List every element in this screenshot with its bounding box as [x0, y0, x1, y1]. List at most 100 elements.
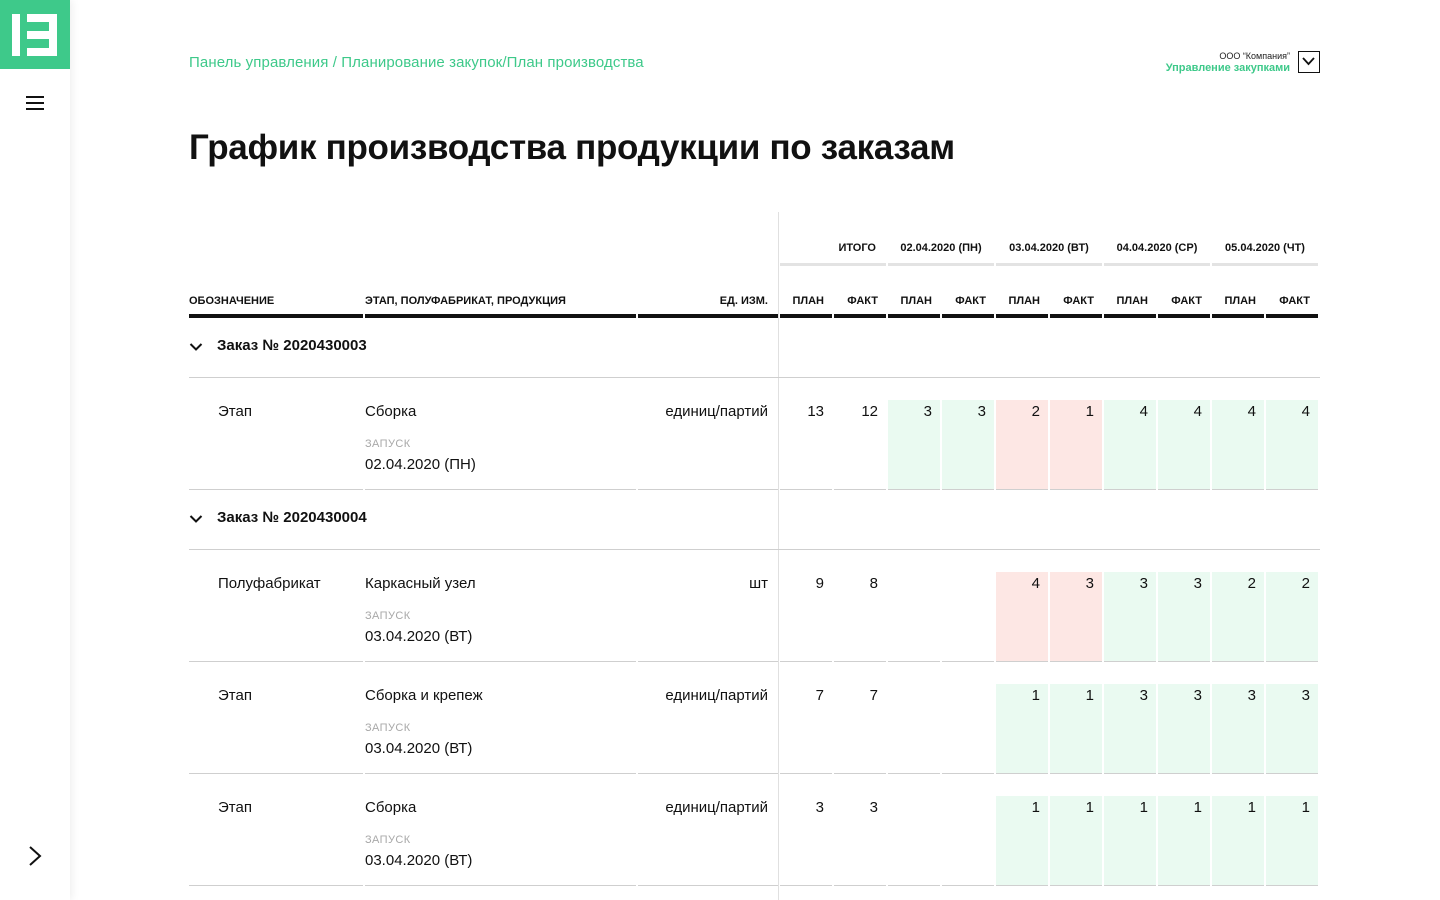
day-plan[interactable]: 3	[1104, 684, 1156, 774]
order-group-row[interactable]: Заказ № 2020430004	[189, 490, 1320, 550]
logo-mark-e-middle	[27, 31, 49, 39]
day-fact[interactable]: 3	[1050, 572, 1102, 662]
day-plan[interactable]: 4	[996, 572, 1048, 662]
column-header-plan: ПЛАН	[996, 284, 1048, 318]
order-number: Заказ № 2020430003	[217, 337, 367, 354]
chevron-right-icon[interactable]	[24, 844, 46, 868]
launch-label: ЗАПУСК	[365, 834, 411, 846]
launch-label: ЗАПУСК	[365, 722, 411, 734]
chevron-down-icon	[189, 515, 203, 523]
table-row: Этап Сборка и крепеж ЗАПУСК 03.04.2020 (ВТ)…	[189, 684, 1320, 796]
column-header-fact: ФАКТ	[942, 284, 994, 318]
day-fact[interactable]	[942, 684, 994, 774]
day-fact[interactable]: 1	[1050, 400, 1102, 490]
logo-mark	[12, 14, 20, 56]
company-dropdown-button[interactable]	[1298, 51, 1320, 73]
row-type: Полуфабрикат	[218, 575, 321, 592]
launch-date: 03.04.2020 (ВТ)	[365, 628, 473, 645]
column-header-fact: ФАКТ	[1158, 284, 1210, 318]
order-group-row[interactable]: Заказ № 2020430003	[189, 318, 1320, 378]
row-type: Этап	[218, 799, 252, 816]
column-header-unit: ЕД. ИЗМ.	[638, 284, 778, 318]
day-fact[interactable]	[942, 796, 994, 886]
row-name[interactable]: Сборка	[365, 403, 416, 420]
column-header-fact: ФАКТ	[1050, 284, 1102, 318]
day-fact[interactable]: 2	[1266, 572, 1318, 662]
column-header-plan: ПЛАН	[1104, 284, 1156, 318]
total-plan: 3	[780, 796, 832, 886]
total-fact: 3	[834, 796, 886, 886]
day-plan[interactable]: 3	[1104, 572, 1156, 662]
launch-date: 03.04.2020 (ВТ)	[365, 740, 473, 757]
day-plan[interactable]: 3	[888, 400, 940, 490]
header-date: 02.04.2020 (ПН)	[888, 230, 994, 266]
table-row: Этап Сборка ЗАПУСК 03.04.2020 (ВТ) единиц/па…	[189, 796, 1320, 900]
day-plan[interactable]: 4	[1104, 400, 1156, 490]
day-fact[interactable]: 4	[1158, 400, 1210, 490]
header-date: 04.04.2020 (СР)	[1104, 230, 1210, 266]
day-fact[interactable]	[942, 572, 994, 662]
row-name[interactable]: Каркасный узел	[365, 575, 476, 592]
row-name[interactable]: Сборка и крепеж	[365, 687, 483, 704]
sidebar	[0, 0, 70, 900]
total-fact: 8	[834, 572, 886, 662]
total-plan: 9	[780, 572, 832, 662]
breadcrumb[interactable]: Панель управления / Планирование закупок…	[189, 54, 644, 71]
day-plan[interactable]: 3	[1212, 684, 1264, 774]
chevron-down-icon	[189, 343, 203, 351]
row-type: Этап	[218, 403, 252, 420]
day-fact[interactable]: 1	[1266, 796, 1318, 886]
day-fact[interactable]: 3	[942, 400, 994, 490]
day-plan[interactable]: 1	[996, 684, 1048, 774]
day-plan[interactable]: 1	[1212, 796, 1264, 886]
launch-date: 02.04.2020 (ПН)	[365, 456, 476, 473]
company-name: ООО “Компания”	[1219, 51, 1290, 61]
day-plan[interactable]: 2	[996, 400, 1048, 490]
day-fact[interactable]: 1	[1050, 684, 1102, 774]
total-plan: 13	[780, 400, 832, 490]
chevron-down-icon	[1302, 57, 1315, 66]
company-info: ООО “Компания” Управление закупками	[1100, 51, 1290, 75]
order-number: Заказ № 2020430004	[217, 509, 367, 526]
day-plan[interactable]	[888, 684, 940, 774]
row-name[interactable]: Сборка	[365, 799, 416, 816]
row-type: Этап	[218, 687, 252, 704]
column-header-plan: ПЛАН	[888, 284, 940, 318]
day-plan[interactable]	[888, 796, 940, 886]
menu-icon[interactable]	[26, 96, 44, 110]
launch-label: ЗАПУСК	[365, 610, 411, 622]
row-unit: единиц/партий	[665, 687, 768, 704]
total-plan: 7	[780, 684, 832, 774]
column-header-fact: ФАКТ	[834, 284, 886, 318]
production-schedule-table: ИТОГО 02.04.2020 (ПН) 03.04.2020 (ВТ) 04.04…	[189, 212, 1320, 900]
row-unit: шт	[749, 575, 768, 592]
day-fact[interactable]: 3	[1158, 684, 1210, 774]
day-fact[interactable]: 4	[1266, 400, 1318, 490]
row-unit: единиц/партий	[665, 403, 768, 420]
day-plan[interactable]: 4	[1212, 400, 1264, 490]
column-header-stage: ЭТАП, ПОЛУФАБРИКАТ, ПРОДУКЦИЯ	[365, 284, 636, 318]
header-date: 05.04.2020 (ЧТ)	[1212, 230, 1318, 266]
day-fact[interactable]: 3	[1158, 572, 1210, 662]
day-fact[interactable]: 1	[1158, 796, 1210, 886]
department-name[interactable]: Управление закупками	[1100, 62, 1290, 75]
header-date: 03.04.2020 (ВТ)	[996, 230, 1102, 266]
column-header-designation: ОБОЗНАЧЕНИЕ	[189, 284, 363, 318]
column-header-fact: ФАКТ	[1266, 284, 1318, 318]
column-header-plan: ПЛАН	[780, 284, 832, 318]
header-total: ИТОГО	[780, 230, 886, 266]
day-plan[interactable]: 1	[1104, 796, 1156, 886]
launch-date: 03.04.2020 (ВТ)	[365, 852, 473, 869]
total-fact: 12	[834, 400, 886, 490]
page-title: График производства продукции по заказам	[189, 128, 955, 167]
logo[interactable]	[0, 0, 70, 69]
column-header-plan: ПЛАН	[1212, 284, 1264, 318]
day-plan[interactable]: 1	[996, 796, 1048, 886]
day-plan[interactable]: 2	[1212, 572, 1264, 662]
day-fact[interactable]: 1	[1050, 796, 1102, 886]
day-plan[interactable]	[888, 572, 940, 662]
day-fact[interactable]: 3	[1266, 684, 1318, 774]
row-unit: единиц/партий	[665, 799, 768, 816]
launch-label: ЗАПУСК	[365, 438, 411, 450]
table-row: Полуфабрикат Каркасный узел ЗАПУСК 03.04.20…	[189, 572, 1320, 684]
